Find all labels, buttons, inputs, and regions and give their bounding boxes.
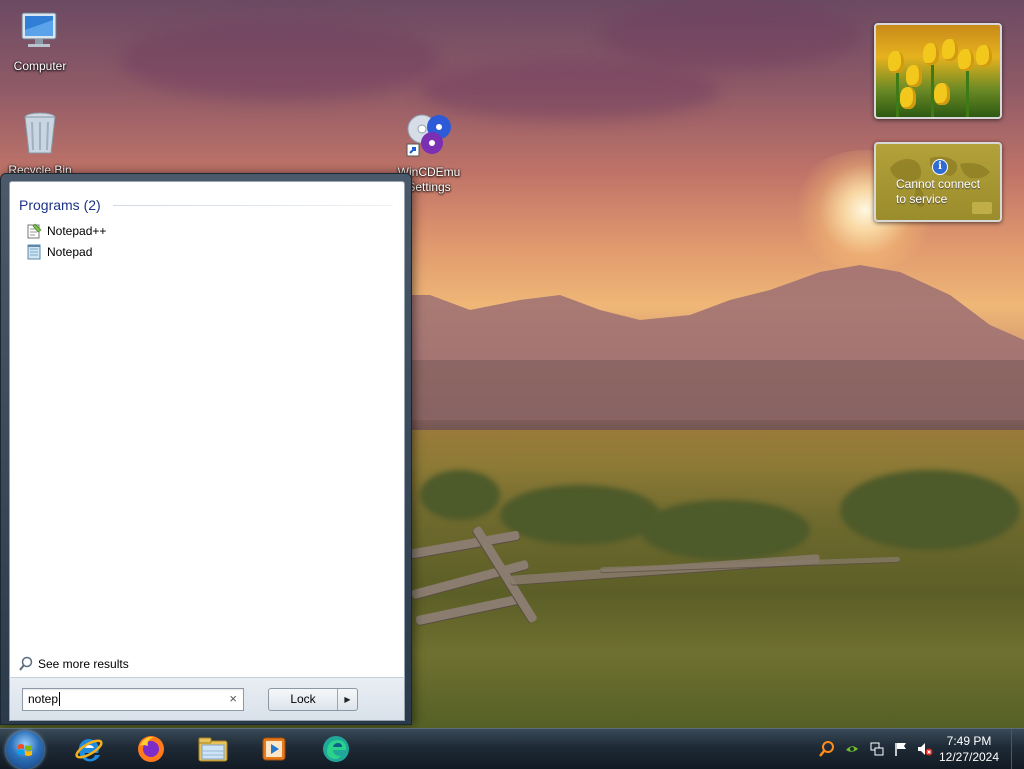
edge-icon [323,736,349,762]
start-menu-footer: notep × Lock ▶ [9,677,405,721]
bush [840,470,1020,550]
media-player-icon [262,737,286,761]
see-more-label: See more results [38,657,129,671]
tulip [934,83,950,105]
show-desktop-button[interactable] [1011,729,1024,769]
bush [420,470,500,520]
tulip [942,39,958,61]
result-notepad[interactable]: Notepad [26,242,92,262]
search-input[interactable]: notep × [22,688,244,711]
system-tray [818,729,933,769]
bush [500,485,660,545]
network-icon[interactable] [869,741,885,757]
taskbar-edge[interactable] [318,731,354,767]
see-more-results-link[interactable]: See more results [18,656,129,672]
action-center-flag-icon[interactable] [893,741,909,757]
file-explorer-icon [198,737,228,762]
taskbar-media-player[interactable] [256,731,292,767]
volume-muted-icon[interactable] [917,741,933,757]
search-icon [18,656,34,672]
cd-discs-icon [389,110,469,162]
cloud [120,20,440,100]
result-notepadpp[interactable]: Notepad++ [26,221,106,241]
nvidia-icon[interactable] [844,741,860,757]
clock-time: 7:49 PM [946,734,992,748]
info-icon: i [932,159,948,175]
result-label: Notepad++ [47,224,107,238]
weather-gadget[interactable]: i Cannot connect to service [874,142,1002,222]
text-caret [59,692,60,706]
bush [640,500,810,560]
taskbar: 7:49 PM 12/27/2024 [0,728,1024,769]
tulip [976,45,992,67]
power-options-arrow-icon[interactable]: ▶ [337,689,357,710]
recycle-bin-icon [0,110,80,160]
start-button[interactable] [6,731,44,769]
search-input-value: notep [28,692,59,706]
lock-button[interactable]: Lock [269,689,337,710]
cloud [600,0,860,70]
search-results-panel: Programs (2) Notepad++ Notepad See more … [9,181,405,679]
result-label: Notepad [47,245,93,259]
start-menu: Programs (2) Notepad++ Notepad See more … [0,173,412,725]
tulip [888,51,904,73]
desktop-icon-recycle-bin[interactable]: Recycle Bin [0,110,80,178]
internet-explorer-icon [75,739,103,762]
programs-section-header[interactable]: Programs (2) [19,197,101,213]
weather-status-message: Cannot connect to service [896,177,981,206]
taskbar-firefox[interactable] [133,731,169,767]
slideshow-gadget[interactable] [874,23,1002,119]
section-divider [113,205,393,206]
tulip-stem [896,67,899,117]
computer-icon [0,10,80,56]
clock-date: 12/27/2024 [938,750,1000,764]
tulip [958,49,974,71]
search-tray-icon[interactable] [818,740,836,758]
taskbar-file-explorer[interactable] [195,731,231,767]
desktop-icon-label: Computer [13,59,67,73]
tulip-stem [966,65,969,117]
firefox-icon [138,736,164,762]
notepad-icon [26,244,42,260]
tulip [923,43,939,65]
windows-logo-icon [18,744,32,756]
lock-button-group: Lock ▶ [268,688,358,711]
notepadpp-icon [26,223,42,239]
taskbar-clock[interactable]: 7:49 PM 12/27/2024 [934,733,1004,765]
tulip [906,65,922,87]
clear-search-icon[interactable]: × [229,691,237,706]
taskbar-internet-explorer[interactable] [71,731,107,767]
tulip [900,87,916,109]
desktop-icon-computer[interactable]: Computer [0,10,80,74]
